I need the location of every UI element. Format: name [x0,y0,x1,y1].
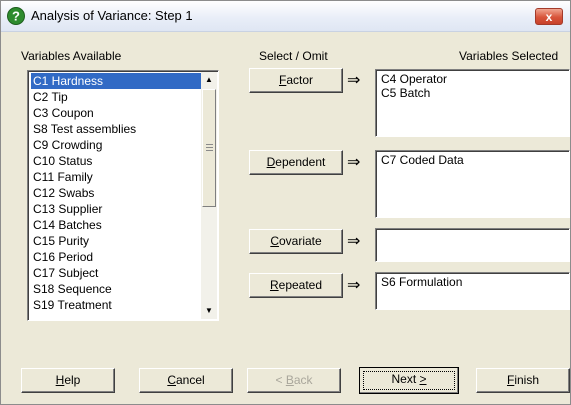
selected-item[interactable]: C5 Batch [381,86,564,100]
factor-button-label: actor [286,73,314,87]
window-title: Analysis of Variance: Step 1 [31,8,193,23]
dependent-button[interactable]: Dependent [249,150,343,175]
list-item[interactable]: C15 Purity [31,233,91,249]
list-item[interactable]: C16 Period [31,249,95,265]
dependent-button-mnemonic: D [266,155,276,169]
covariate-button[interactable]: Covariate [249,229,343,254]
scroll-up-arrow-icon[interactable]: ▲ [201,72,217,88]
factor-selected-box[interactable]: C4 Operator C5 Batch [375,69,570,137]
list-scrollbar[interactable]: ▲ ▼ [201,72,217,319]
repeated-button[interactable]: Repeated [249,273,343,298]
covariate-arrow-icon: ⇒ [347,233,361,250]
covariate-button-label: ovariate [278,234,322,248]
list-item[interactable]: C2 Tip [31,89,70,105]
list-item[interactable]: C13 Supplier [31,201,104,217]
list-item[interactable]: C1 Hardness [31,73,202,89]
list-item[interactable]: C12 Swabs [31,185,96,201]
list-item[interactable]: C9 Crowding [31,137,104,153]
help-button[interactable]: Help [21,368,115,393]
analysis-of-variance-dialog: ? Analysis of Variance: Step 1 x Variabl… [0,0,571,405]
list-item[interactable]: S18 Sequence [31,281,114,297]
selected-item[interactable]: C4 Operator [381,72,564,86]
focus-rectangle [363,371,455,390]
covariate-selected-box[interactable] [375,228,570,262]
list-item[interactable]: C10 Status [31,153,94,169]
variables-available-list[interactable]: C1 Hardness C2 Tip C3 Coupon S8 Test ass… [27,70,219,321]
repeated-button-mnemonic: R [269,278,279,292]
list-item[interactable]: C17 Subject [31,265,100,281]
cancel-button[interactable]: Cancel [139,368,233,393]
scrollbar-thumb[interactable] [202,89,216,207]
select-omit-label: Select / Omit [259,49,328,63]
list-item[interactable]: C11 Family [31,169,95,185]
dependent-selected-box[interactable]: C7 Coded Data [375,150,570,218]
variables-available-label: Variables Available [21,49,122,63]
dialog-body: Variables Available Select / Omit Variab… [1,32,570,404]
selected-item[interactable]: S6 Formulation [381,275,564,289]
svg-text:?: ? [12,9,20,24]
next-button[interactable]: Next > [359,367,459,394]
finish-button-label: inish [514,373,540,387]
grip-line [206,144,213,145]
close-button[interactable]: x [535,8,563,25]
variables-selected-label: Variables Selected [459,49,559,63]
covariate-button-mnemonic: C [270,234,279,248]
grip-line [206,150,213,151]
finish-button[interactable]: Finish [476,368,570,393]
back-button-label: ack [293,373,313,387]
list-item[interactable]: C3 Coupon [31,105,96,121]
back-button-mnemonic: B [285,373,294,387]
repeated-selected-box[interactable]: S6 Formulation [375,272,570,310]
selected-item[interactable]: C7 Coded Data [381,153,564,167]
title-bar[interactable]: ? Analysis of Variance: Step 1 x [1,1,570,32]
help-question-icon: ? [7,7,25,25]
close-icon: x [545,10,553,24]
cancel-button-label: ancel [175,373,205,387]
factor-arrow-icon: ⇒ [347,72,361,89]
repeated-button-label: epeated [278,278,323,292]
dependent-arrow-icon: ⇒ [347,154,361,171]
cancel-button-mnemonic: C [167,373,176,387]
list-item[interactable]: S19 Treatment [31,297,114,313]
help-button-label: elp [64,373,81,387]
dependent-button-label: ependent [275,155,326,169]
back-button[interactable]: < Back [247,368,341,393]
list-item[interactable]: S8 Test assemblies [31,121,138,137]
back-button-prefix: < [275,373,286,387]
factor-button[interactable]: Factor [249,68,343,93]
scroll-down-arrow-icon[interactable]: ▼ [201,303,217,319]
grip-line [206,147,213,148]
list-item[interactable]: C14 Batches [31,217,104,233]
repeated-arrow-icon: ⇒ [347,277,361,294]
